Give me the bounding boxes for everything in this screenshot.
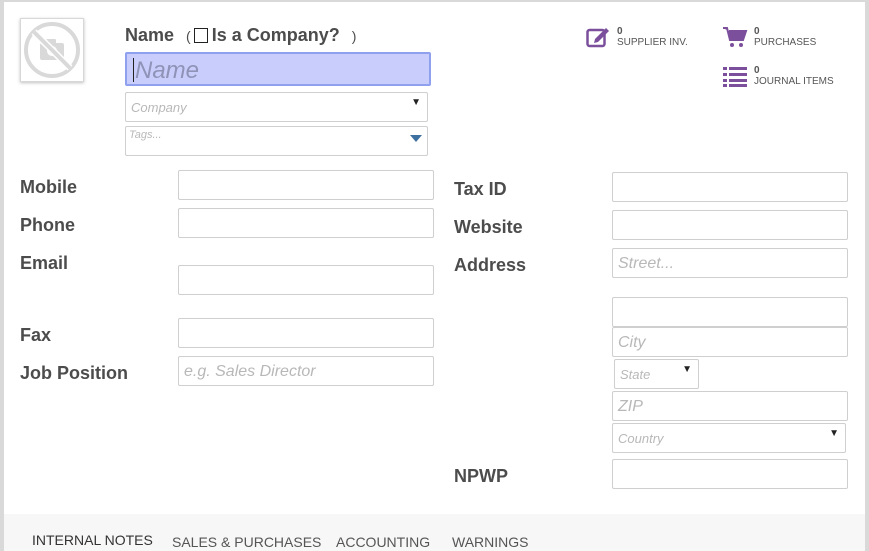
address-label: Address — [454, 255, 527, 275]
name-placeholder: Name — [135, 57, 200, 84]
tab-warnings[interactable]: WARNINGS — [452, 534, 528, 550]
state-select[interactable]: State ▼ — [614, 359, 699, 389]
street-input[interactable]: Street... — [612, 248, 848, 278]
tax-id-label: Tax ID — [454, 179, 507, 199]
no-photo-icon — [24, 22, 80, 78]
supplier-invoices-label: SUPPLIER INV. — [617, 37, 688, 48]
city-placeholder: City — [618, 334, 646, 351]
chevron-down-icon: ▼ — [411, 97, 421, 108]
country-placeholder: Country — [618, 431, 664, 446]
tab-sales-purchases[interactable]: SALES & PURCHASES — [172, 534, 321, 550]
journal-items-count: 0 — [754, 65, 760, 76]
job-position-input[interactable]: e.g. Sales Director — [178, 356, 434, 386]
zip-input[interactable]: ZIP — [612, 391, 848, 421]
purchases-label: PURCHASES — [754, 37, 817, 48]
cart-icon — [723, 27, 748, 47]
company-select[interactable]: Company ▼ — [125, 92, 428, 122]
is-company-label: Is a Company? — [211, 25, 340, 45]
edit-icon — [586, 28, 609, 48]
paren-open: ( — [186, 27, 191, 44]
name-label-row: Name ( Is a Company? ) — [125, 25, 356, 46]
journal-items-button[interactable]: 0 JOURNAL ITEMS — [723, 65, 834, 87]
mobile-input[interactable] — [178, 170, 434, 200]
tab-accounting[interactable]: ACCOUNTING — [336, 534, 430, 550]
notebook-tabs: INTERNAL NOTES SALES & PURCHASES ACCOUNT… — [4, 514, 865, 551]
list-icon — [723, 67, 747, 87]
chevron-down-icon: ▼ — [682, 364, 692, 375]
supplier-invoices-count: 0 — [617, 26, 623, 37]
npwp-input[interactable] — [612, 459, 848, 489]
website-label: Website — [454, 217, 523, 237]
tab-internal-notes[interactable]: INTERNAL NOTES — [32, 532, 153, 548]
mobile-label: Mobile — [20, 177, 77, 197]
city-input[interactable]: City — [612, 327, 848, 357]
company-placeholder: Company — [131, 100, 187, 115]
purchases-button[interactable]: 0 PURCHASES — [723, 26, 816, 48]
email-label: Email — [20, 253, 69, 273]
partner-form-sheet: Name ( Is a Company? ) Name Company ▼ Ta… — [4, 2, 865, 551]
text-cursor — [133, 58, 134, 82]
job-position-placeholder: e.g. Sales Director — [184, 363, 316, 380]
partner-photo[interactable] — [20, 18, 84, 82]
chevron-down-icon: ▼ — [829, 428, 839, 439]
job-position-label: Job Position — [20, 363, 128, 383]
phone-label: Phone — [20, 215, 76, 235]
is-company-checkbox[interactable] — [193, 28, 208, 43]
state-placeholder: State — [620, 367, 651, 382]
tags-placeholder: Tags... — [129, 129, 162, 141]
name-input[interactable]: Name — [125, 52, 431, 86]
country-select[interactable]: Country ▼ — [612, 423, 846, 453]
fax-label: Fax — [20, 325, 52, 345]
npwp-label: NPWP — [454, 466, 508, 486]
zip-placeholder: ZIP — [618, 398, 643, 415]
journal-items-label: JOURNAL ITEMS — [754, 76, 834, 87]
name-label: Name — [125, 25, 175, 45]
dropdown-triangle-icon — [410, 135, 422, 142]
tax-id-input[interactable] — [612, 172, 848, 202]
street2-input[interactable] — [612, 297, 848, 327]
phone-input[interactable] — [178, 208, 434, 238]
street-placeholder: Street... — [618, 255, 675, 272]
supplier-invoices-button[interactable]: 0 SUPPLIER INV. — [586, 26, 688, 48]
tags-input[interactable]: Tags... — [125, 126, 428, 156]
paren-close: ) — [351, 27, 357, 44]
website-input[interactable] — [612, 210, 848, 240]
fax-input[interactable] — [178, 318, 434, 348]
purchases-count: 0 — [754, 26, 760, 37]
email-input[interactable] — [178, 265, 434, 295]
